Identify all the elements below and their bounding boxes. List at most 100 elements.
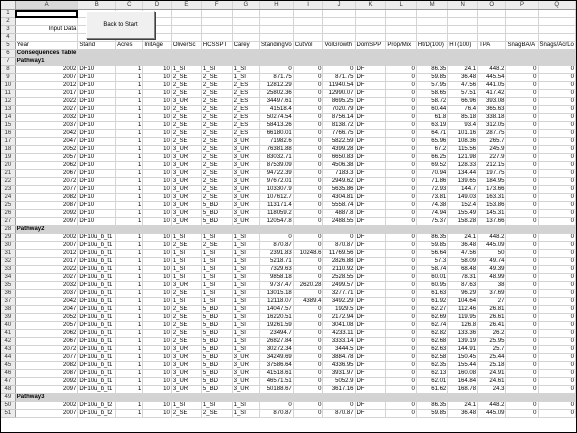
table-cell[interactable]: 96.29 xyxy=(447,289,479,298)
table-cell[interactable]: 1 xyxy=(115,257,144,266)
table-cell[interactable]: 1 xyxy=(115,105,144,114)
table-cell[interactable] xyxy=(385,17,417,26)
table-cell[interactable] xyxy=(538,393,576,402)
table-cell[interactable]: 1 xyxy=(115,249,144,258)
table-cell[interactable]: 155.44 xyxy=(447,361,479,370)
table-cell[interactable]: 0 xyxy=(505,281,539,290)
table-cell[interactable] xyxy=(355,393,387,402)
table-cell[interactable] xyxy=(385,25,417,34)
column-header-c[interactable]: C xyxy=(115,1,144,10)
table-cell[interactable]: 2_SE xyxy=(201,177,233,186)
table-cell[interactable]: DF10u_b_t1 xyxy=(77,281,117,290)
table-cell[interactable]: DF xyxy=(355,113,387,122)
table-cell[interactable]: 0 xyxy=(385,297,417,306)
table-cell[interactable]: 2027 xyxy=(15,273,79,282)
table-cell[interactable]: 152.4 xyxy=(447,201,479,210)
table-cell[interactable]: 5_BD xyxy=(201,345,233,354)
column-header-k[interactable]: K xyxy=(355,1,387,10)
table-cell[interactable] xyxy=(477,25,507,34)
table-cell[interactable]: 0 xyxy=(538,361,576,370)
section-label[interactable]: Consequences Table xyxy=(15,49,79,58)
table-cell[interactable]: DF xyxy=(355,289,387,298)
table-cell[interactable]: 119.95 xyxy=(447,313,479,322)
table-cell[interactable]: 448.2 xyxy=(477,233,507,242)
table-cell[interactable]: DF10u_b_t1 xyxy=(77,361,117,370)
table-cell[interactable]: 1_SI xyxy=(201,257,233,266)
table-cell[interactable]: 2_SE xyxy=(171,81,202,90)
table-cell[interactable]: 2_SE xyxy=(201,113,233,122)
table-cell[interactable]: DF10u_b_t1 xyxy=(77,329,117,338)
table-cell[interactable] xyxy=(355,9,387,18)
table-cell[interactable]: 1 xyxy=(115,161,144,170)
table-cell[interactable]: 0 xyxy=(505,153,539,162)
column-header-p[interactable]: P xyxy=(505,1,539,10)
row-header[interactable]: 18 xyxy=(1,145,16,154)
table-cell[interactable]: 0 xyxy=(293,217,324,226)
table-cell[interactable]: 2_SE xyxy=(171,89,202,98)
table-cell[interactable]: 25.7 xyxy=(477,345,507,354)
table-cell[interactable]: DF10u_b_t1 xyxy=(77,345,117,354)
table-cell[interactable] xyxy=(201,57,233,66)
table-cell[interactable]: 0 xyxy=(385,137,417,146)
table-cell[interactable] xyxy=(171,17,202,26)
table-cell[interactable]: 2_SE xyxy=(171,337,202,346)
table-cell[interactable]: 2_SE xyxy=(201,193,233,202)
table-cell[interactable] xyxy=(293,393,324,402)
table-cell[interactable]: 4233.11 xyxy=(322,329,356,338)
table-cell[interactable]: DF10 xyxy=(77,105,117,114)
table-cell[interactable]: 25802.36 xyxy=(259,89,294,98)
table-cell[interactable]: 1 xyxy=(115,321,144,330)
table-cell[interactable]: 3_UR xyxy=(232,353,261,362)
table-cell[interactable] xyxy=(259,33,294,42)
table-cell[interactable]: 1 xyxy=(115,345,144,354)
table-cell[interactable]: 1_SI xyxy=(171,257,202,266)
table-cell[interactable]: 24.3 xyxy=(477,385,507,394)
table-cell[interactable]: 2_ES xyxy=(232,113,261,122)
table-cell[interactable]: DF xyxy=(355,313,387,322)
column-label[interactable]: Stand xyxy=(77,41,117,50)
table-cell[interactable] xyxy=(201,33,233,42)
table-cell[interactable]: 448.2 xyxy=(477,65,507,74)
table-cell[interactable]: DF xyxy=(355,385,387,394)
table-cell[interactable]: 7020.79 xyxy=(322,105,356,114)
table-cell[interactable]: 0 xyxy=(538,329,576,338)
table-cell[interactable]: 0 xyxy=(505,129,539,138)
table-cell[interactable]: 2012 xyxy=(15,81,79,90)
table-cell[interactable]: 0 xyxy=(293,169,324,178)
table-cell[interactable]: 1_SI xyxy=(232,337,261,346)
table-cell[interactable]: 5218.71 xyxy=(259,257,294,266)
table-cell[interactable] xyxy=(15,9,79,18)
table-cell[interactable]: 3_UR xyxy=(171,161,202,170)
table-cell[interactable]: 2097 xyxy=(15,385,79,394)
table-cell[interactable]: 2087 xyxy=(15,369,79,378)
table-cell[interactable]: 14047.57 xyxy=(259,305,294,314)
table-cell[interactable]: DF10u_b_t1 xyxy=(77,313,117,322)
table-cell[interactable]: 1_SI xyxy=(201,265,233,274)
table-cell[interactable]: 3_UR xyxy=(232,145,261,154)
table-cell[interactable]: 1 xyxy=(115,401,144,410)
column-label[interactable]: DomSPP xyxy=(355,41,387,50)
table-cell[interactable]: 5822.59 xyxy=(322,137,356,146)
table-cell[interactable]: 2042 xyxy=(15,297,79,306)
table-cell[interactable]: 3_UR xyxy=(232,169,261,178)
table-cell[interactable]: 1 xyxy=(115,177,144,186)
table-cell[interactable]: 71982.6 xyxy=(259,137,294,146)
table-cell[interactable]: DF10u_b_t1 xyxy=(77,233,117,242)
table-cell[interactable] xyxy=(447,25,479,34)
table-cell[interactable]: 68.48 xyxy=(447,265,479,274)
table-cell[interactable]: 0 xyxy=(505,217,539,226)
table-cell[interactable]: 2097 xyxy=(15,217,79,226)
table-cell[interactable]: 0 xyxy=(538,161,576,170)
table-cell[interactable] xyxy=(416,225,449,234)
table-cell[interactable]: 4389.4 xyxy=(293,297,324,306)
table-cell[interactable] xyxy=(385,57,417,66)
table-cell[interactable]: 1 xyxy=(115,353,144,362)
table-cell[interactable]: 2017 xyxy=(15,89,79,98)
table-cell[interactable]: 0 xyxy=(505,89,539,98)
table-cell[interactable]: 59.85 xyxy=(416,409,449,418)
table-cell[interactable]: 61.63 xyxy=(416,289,449,298)
column-header-h[interactable]: H xyxy=(259,1,294,10)
table-cell[interactable]: 0 xyxy=(538,73,576,82)
table-cell[interactable]: 1 xyxy=(115,305,144,314)
table-cell[interactable]: 0 xyxy=(293,257,324,266)
